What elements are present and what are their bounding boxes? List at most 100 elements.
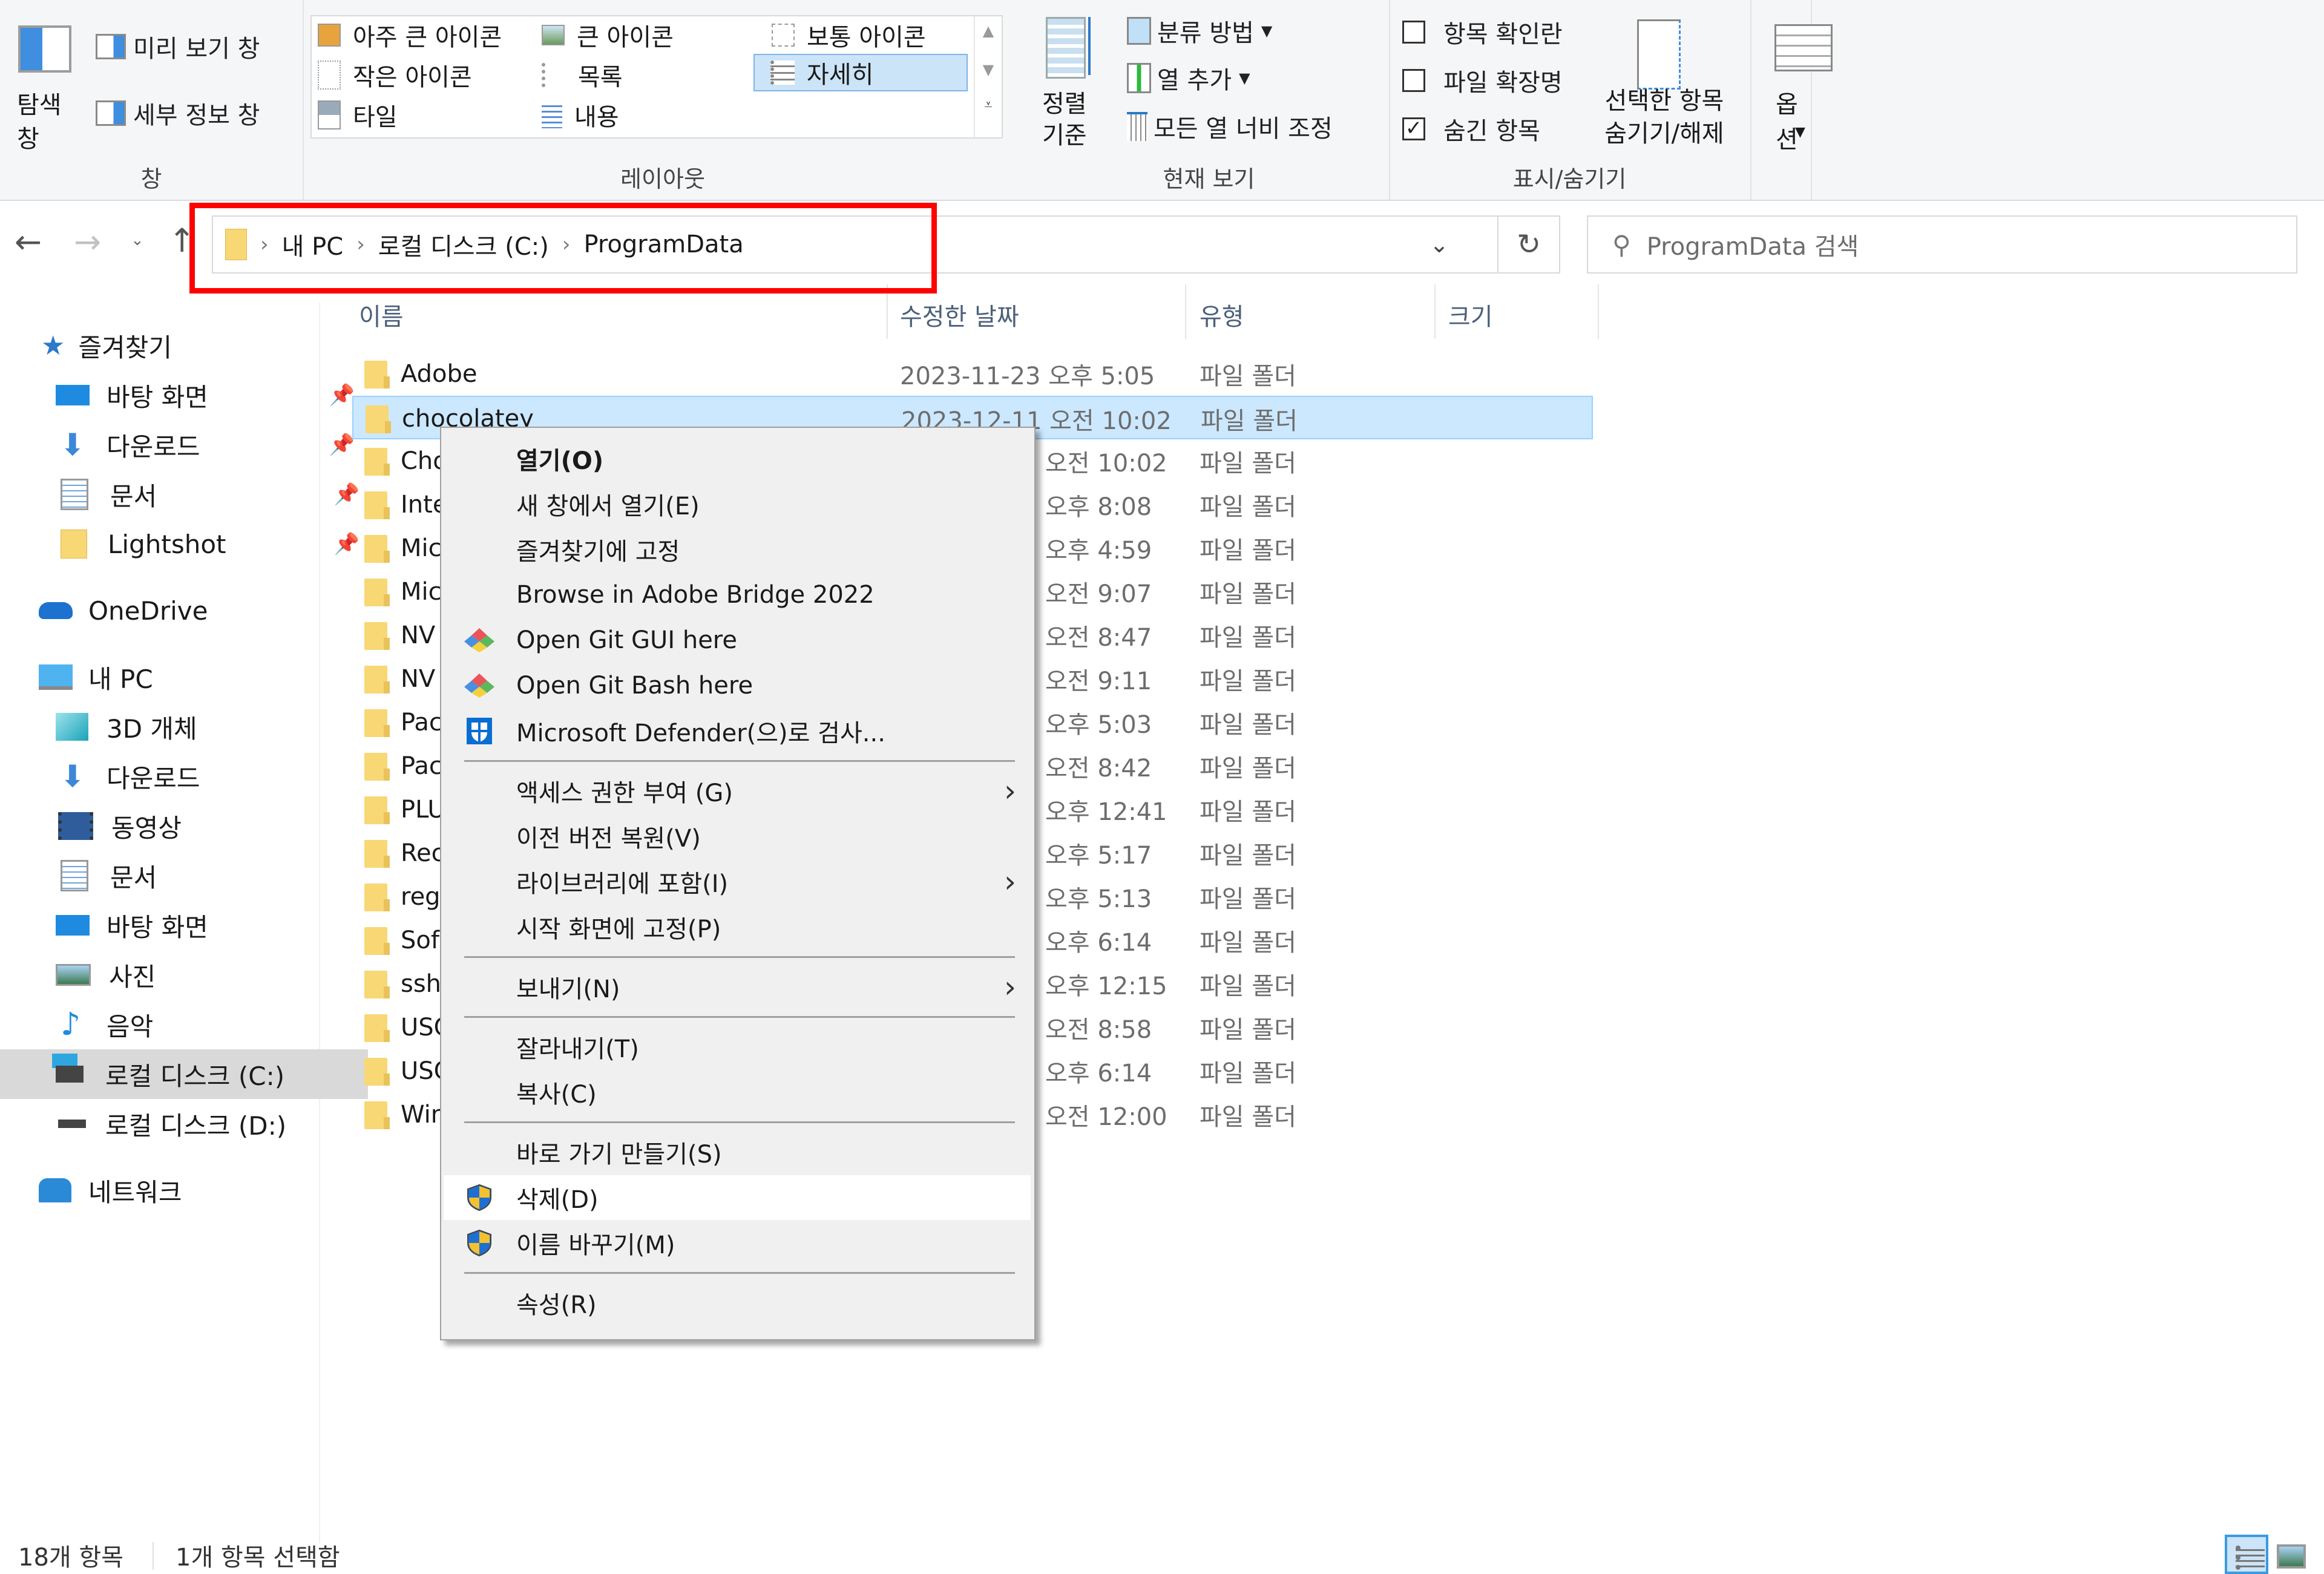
details-pane-button[interactable]: 세부 정보 창: [96, 96, 260, 131]
menu-item-8[interactable]: 액세스 권한 부여 (G) ›: [444, 769, 1031, 813]
folder-icon: [366, 405, 391, 433]
menu-item-19[interactable]: 삭제(D): [444, 1175, 1031, 1220]
layout-extra-large-icons[interactable]: 아주 큰 아이콘: [318, 16, 502, 54]
menu-item-4[interactable]: Open Git GUI here: [444, 618, 1031, 663]
layout-list[interactable]: 목록: [542, 56, 623, 94]
breadcrumb-this-pc[interactable]: 내 PC: [282, 227, 344, 262]
sidebar-item-local-disk-c[interactable]: 로컬 디스크 (C:): [0, 1049, 368, 1099]
pin-icon[interactable]: 📌: [329, 433, 355, 457]
file-extensions-toggle[interactable]: 파일 확장명: [1402, 63, 1563, 98]
column-divider[interactable]: [1598, 284, 1599, 339]
ribbon-group-panes: 탐색 창 미리 보기 창 세부 정보 창 창: [0, 0, 304, 200]
large-icons-view-button[interactable]: [2277, 1544, 2306, 1569]
chevron-right-icon[interactable]: ›: [260, 232, 269, 257]
sidebar-item-network[interactable]: 네트워크: [0, 1166, 351, 1215]
menu-item-16[interactable]: 복사(C): [444, 1070, 1031, 1115]
add-columns-button[interactable]: 열 추가 ▼: [1127, 61, 1250, 96]
gallery-scrollbar[interactable]: ▲ ▼ ⩡: [974, 16, 1002, 137]
breadcrumb-programdata[interactable]: ProgramData: [583, 231, 743, 258]
menu-item-1[interactable]: 새 창에서 열기(E): [444, 482, 1031, 526]
checkbox[interactable]: [1402, 69, 1425, 92]
group-by-button[interactable]: 분류 방법 ▼: [1127, 13, 1272, 48]
details-view-button[interactable]: [2225, 1535, 2268, 1574]
column-divider[interactable]: [1434, 284, 1436, 339]
column-header-size[interactable]: 크기: [1448, 297, 1493, 333]
sidebar-item-music[interactable]: ♪ 음악: [0, 1000, 373, 1049]
breadcrumb-local-disk-c[interactable]: 로컬 디스크 (C:): [378, 227, 549, 262]
menu-item-6[interactable]: Microsoft Defender(으)로 검사...: [444, 709, 1031, 753]
chevron-right-icon[interactable]: ›: [562, 232, 571, 257]
menu-item-18[interactable]: 바로 가기 만들기(S): [444, 1130, 1031, 1175]
menu-item-0[interactable]: 열기(O): [444, 436, 1031, 481]
layout-content[interactable]: 내용: [542, 96, 619, 134]
column-header-name[interactable]: 이름: [359, 297, 404, 333]
sort-by-button[interactable]: 정렬 기준: [1042, 17, 1109, 150]
recent-locations-button[interactable]: ⌄: [131, 231, 144, 249]
folder-icon: [364, 753, 390, 781]
gallery-expand-icon[interactable]: ⩡: [975, 96, 1002, 113]
chevron-right-icon[interactable]: ›: [356, 232, 365, 257]
menu-item-5[interactable]: Open Git Bash here: [444, 663, 1031, 708]
menu-item-11[interactable]: 시작 화면에 고정(P): [444, 905, 1031, 949]
scroll-up-icon[interactable]: ▲: [975, 22, 1002, 39]
menu-item-2[interactable]: 즐겨찾기에 고정: [444, 527, 1031, 572]
sidebar-item-videos[interactable]: 동영상: [0, 801, 370, 851]
sidebar-item-this-pc[interactable]: 내 PC: [0, 652, 351, 702]
sidebar-item-pictures[interactable]: 사진: [0, 950, 368, 1000]
menu-item-22[interactable]: 속성(R): [444, 1281, 1031, 1325]
back-button[interactable]: ←: [15, 223, 42, 261]
menu-item-3[interactable]: Browse in Adobe Bridge 2022: [444, 572, 1031, 617]
column-header-date-modified[interactable]: 수정한 날짜: [900, 297, 1019, 333]
sidebar-item-documents-pc[interactable]: 문서: [0, 851, 373, 900]
search-input[interactable]: ProgramData 검색: [1647, 227, 1859, 262]
folder-icon: [364, 622, 390, 650]
sidebar-item-lightshot[interactable]: Lightshot 📌: [0, 519, 373, 569]
column-divider[interactable]: [1185, 284, 1186, 339]
menu-item-15[interactable]: 잘라내기(T): [444, 1025, 1031, 1069]
file-row[interactable]: Adobe 2023-11-23 오후 5:05 파일 폴더: [352, 352, 1593, 396]
menu-item-20[interactable]: 이름 바꾸기(M): [444, 1221, 1031, 1265]
download-icon: ⬇: [60, 759, 85, 794]
sidebar-item-quick-access[interactable]: ★ 즐겨찾기: [0, 321, 353, 370]
sidebar-item-local-disk-d[interactable]: 로컬 디스크 (D:): [0, 1099, 370, 1149]
forward-button[interactable]: →: [74, 223, 101, 261]
search-box[interactable]: ⚲ ProgramData 검색: [1587, 215, 2297, 274]
column-header-type[interactable]: 유형: [1200, 297, 1244, 333]
column-divider[interactable]: [887, 284, 888, 339]
scroll-down-icon[interactable]: ▼: [975, 61, 1002, 78]
menu-item-13[interactable]: 보내기(N) ›: [444, 965, 1031, 1009]
layout-medium-icons[interactable]: 보통 아이콘: [772, 16, 926, 54]
address-history-dropdown[interactable]: ⌄: [1430, 217, 1449, 272]
options-button[interactable]: 옵션 ▼: [1750, 22, 1833, 155]
file-type: 파일 폴더: [1200, 711, 1296, 739]
file-name: Adobe: [401, 360, 478, 388]
sidebar-item-3d-objects[interactable]: 3D 개체: [0, 702, 368, 752]
folder-icon: [364, 709, 390, 737]
menu-item-10[interactable]: 라이브러리에 포함(I) ›: [444, 859, 1031, 904]
sidebar-item-desktop[interactable]: 바탕 화면 📌: [0, 370, 368, 420]
sidebar-item-onedrive[interactable]: OneDrive: [0, 586, 351, 635]
checkbox[interactable]: [1402, 21, 1425, 44]
menu-item-9[interactable]: 이전 버전 복원(V): [444, 814, 1031, 859]
sidebar-item-documents[interactable]: 문서 📌: [0, 470, 373, 519]
checkbox-checked[interactable]: ✓: [1402, 117, 1425, 140]
up-button[interactable]: ↑: [168, 221, 195, 260]
sidebar-item-downloads[interactable]: ⬇ 다운로드 📌: [0, 420, 368, 470]
sidebar-item-downloads-pc[interactable]: ⬇ 다운로드: [0, 752, 368, 801]
pin-icon[interactable]: 📌: [329, 383, 355, 407]
address-bar[interactable]: › 내 PC › 로컬 디스크 (C:) › ProgramData ⌄: [212, 215, 1498, 274]
file-type: 파일 폴더: [1200, 1060, 1296, 1087]
hidden-items-toggle[interactable]: ✓ 숨긴 항목: [1402, 111, 1540, 146]
preview-pane-button[interactable]: 미리 보기 창: [96, 29, 260, 64]
menu-item-label: 잘라내기(T): [516, 1035, 639, 1063]
sidebar-item-desktop-pc[interactable]: 바탕 화면: [0, 900, 368, 950]
navigation-pane-button[interactable]: 탐색 창: [13, 22, 80, 153]
hide-selected-button[interactable]: 선택한 항목 숨기기/해제: [1589, 17, 1740, 156]
size-all-columns-button[interactable]: 모든 열 너비 조정: [1127, 109, 1333, 144]
layout-details[interactable]: 자세히: [753, 54, 968, 91]
layout-large-icons[interactable]: 큰 아이콘: [542, 16, 674, 54]
layout-small-icons[interactable]: 작은 아이콘: [318, 56, 472, 94]
layout-tiles[interactable]: 타일: [318, 96, 398, 134]
refresh-button[interactable]: ↻: [1498, 215, 1560, 274]
item-check-boxes-toggle[interactable]: 항목 확인란: [1402, 15, 1563, 50]
